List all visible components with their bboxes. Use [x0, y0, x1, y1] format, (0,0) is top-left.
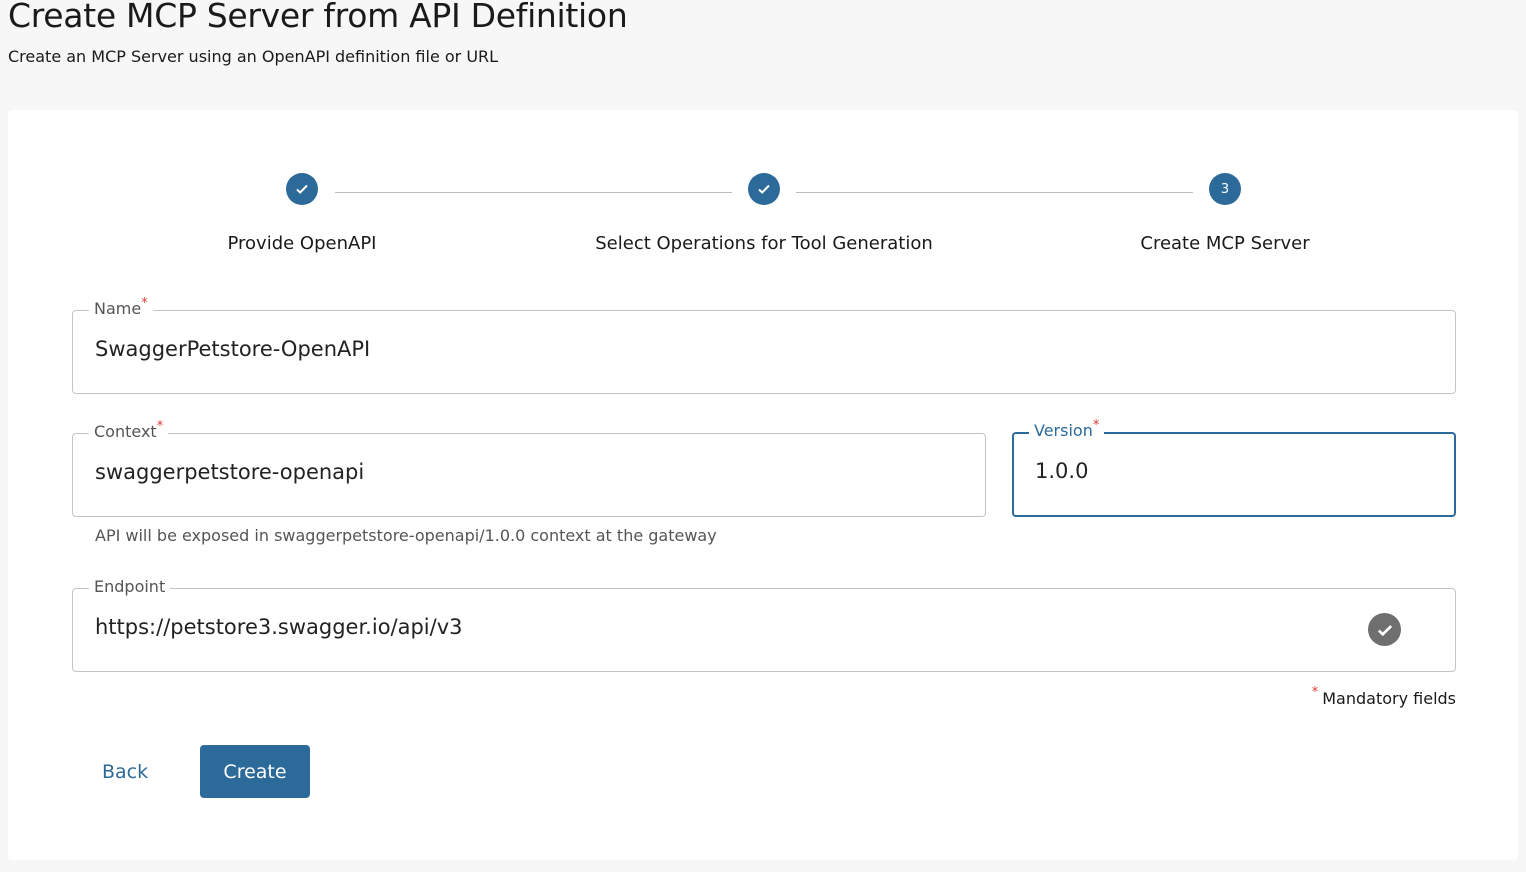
step-3-number: 3: [1209, 173, 1241, 205]
step-2-label: Select Operations for Tool Generation: [564, 233, 964, 254]
context-input[interactable]: swaggerpetstore-openapi: [95, 460, 364, 484]
step-3-label: Create MCP Server: [1025, 233, 1425, 254]
mandatory-fields-note: *Mandatory fields: [1312, 689, 1456, 708]
version-input[interactable]: 1.0.0: [1035, 459, 1088, 483]
endpoint-field[interactable]: Endpoint https://petstore3.swagger.io/ap…: [72, 588, 1456, 672]
endpoint-input[interactable]: https://petstore3.swagger.io/api/v3: [95, 615, 463, 639]
context-field[interactable]: Context* swaggerpetstore-openapi: [72, 433, 986, 517]
name-label: Name*: [89, 299, 153, 319]
back-button[interactable]: Back: [88, 757, 162, 787]
version-field[interactable]: Version* 1.0.0: [1012, 432, 1456, 517]
step-1-label: Provide OpenAPI: [102, 233, 502, 254]
page-subtitle: Create an MCP Server using an OpenAPI de…: [8, 47, 498, 66]
name-field[interactable]: Name* SwaggerPetstore-OpenAPI: [72, 310, 1456, 394]
page-title: Create MCP Server from API Definition: [8, 0, 627, 35]
step-1-check-icon: [286, 173, 318, 205]
check-circle-icon: [1368, 613, 1401, 646]
step-connector: [335, 192, 732, 193]
context-helper-text: API will be exposed in swaggerpetstore-o…: [95, 526, 717, 545]
name-input[interactable]: SwaggerPetstore-OpenAPI: [95, 337, 370, 361]
create-button[interactable]: Create: [200, 745, 310, 798]
endpoint-label: Endpoint: [89, 577, 170, 597]
version-label: Version*: [1029, 421, 1104, 441]
step-2-check-icon: [748, 173, 780, 205]
context-label: Context*: [89, 422, 168, 442]
step-connector: [796, 192, 1193, 193]
